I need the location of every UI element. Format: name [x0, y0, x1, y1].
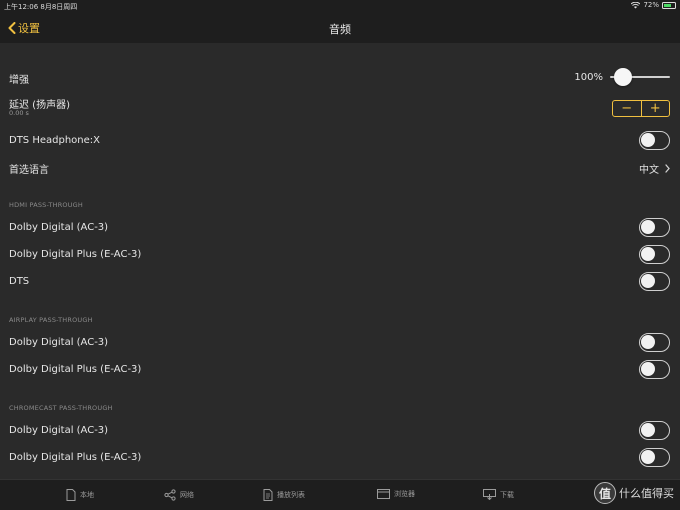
tab-label: 网络	[180, 491, 194, 499]
toggle-knob	[641, 423, 655, 437]
tab-label: 浏览器	[394, 490, 415, 498]
slider-thumb[interactable]	[614, 68, 632, 86]
language-value-link[interactable]: 中文	[639, 161, 670, 176]
chromecast-section-header: CHROMECAST PASS-THROUGH	[9, 404, 113, 412]
chromecast-eac3-row: Dolby Digital Plus (E-AC-3)	[9, 448, 670, 467]
chevron-right-icon	[665, 164, 670, 173]
chromecast-ac3-label: Dolby Digital (AC-3)	[9, 425, 109, 436]
watermark-logo: 值 什么值得买	[594, 482, 674, 504]
stepper-plus-button[interactable]: +	[642, 101, 670, 116]
language-value: 中文	[639, 165, 659, 176]
tab-network[interactable]: 网络	[164, 489, 194, 501]
airplay-ac3-toggle[interactable]	[639, 333, 670, 352]
toggle-knob	[641, 220, 655, 234]
toggle-knob	[641, 362, 655, 376]
tab-bar: 本地 网络 播放列表 浏览器 下载 值 什么值得买	[0, 479, 680, 510]
battery-icon	[662, 1, 676, 9]
wifi-icon	[631, 1, 641, 8]
document-icon	[66, 489, 76, 501]
toggle-knob	[641, 247, 655, 261]
boost-row: 增强 100%	[9, 68, 670, 86]
airplay-ac3-row: Dolby Digital (AC-3)	[9, 333, 670, 352]
airplay-eac3-row: Dolby Digital Plus (E-AC-3)	[9, 360, 670, 379]
boost-value: 100%	[574, 72, 603, 83]
dts-headphone-label: DTS Headphone:X	[9, 135, 100, 146]
tab-download[interactable]: 下载	[483, 489, 514, 500]
tab-label: 本地	[80, 491, 94, 499]
hdmi-dts-toggle[interactable]	[639, 272, 670, 291]
status-right: 72%	[631, 1, 676, 9]
tab-browser[interactable]: 浏览器	[377, 489, 415, 499]
delay-row: 延迟 (扬声器) 0.00 s − +	[9, 96, 670, 120]
hdmi-eac3-toggle[interactable]	[639, 245, 670, 264]
boost-slider[interactable]	[610, 68, 670, 86]
chromecast-eac3-toggle[interactable]	[639, 448, 670, 467]
delay-value: 0.00 s	[9, 109, 29, 117]
hdmi-section-header: HDMI PASS-THROUGH	[9, 201, 84, 209]
tab-label: 下载	[500, 490, 514, 499]
watermark-text: 什么值得买	[619, 487, 674, 500]
hdmi-eac3-label: Dolby Digital Plus (E-AC-3)	[9, 249, 142, 260]
nav-bar: 设置 音频	[0, 12, 680, 43]
watermark-circle: 值	[594, 482, 616, 504]
tab-local[interactable]: 本地	[66, 489, 94, 501]
hdmi-ac3-label: Dolby Digital (AC-3)	[9, 222, 109, 233]
chromecast-ac3-toggle[interactable]	[639, 421, 670, 440]
language-row[interactable]: 首选语言 中文	[9, 161, 670, 176]
toggle-knob	[641, 274, 655, 288]
airplay-ac3-label: Dolby Digital (AC-3)	[9, 337, 109, 348]
toggle-knob	[641, 335, 655, 349]
delay-stepper[interactable]: − +	[612, 100, 670, 117]
airplay-eac3-toggle[interactable]	[639, 360, 670, 379]
download-icon	[483, 489, 496, 500]
hdmi-ac3-row: Dolby Digital (AC-3)	[9, 218, 670, 237]
status-time-date: 上午12:06 8月8日周四	[4, 3, 78, 11]
toggle-knob	[641, 133, 655, 147]
hdmi-dts-label: DTS	[9, 276, 30, 287]
hdmi-eac3-row: Dolby Digital Plus (E-AC-3)	[9, 245, 670, 264]
tab-playlist[interactable]: 播放列表	[263, 489, 305, 501]
settings-list: 增强 100% 延迟 (扬声器) 0.00 s − + DTS Headphon…	[0, 43, 680, 479]
dts-headphone-row: DTS Headphone:X	[9, 131, 670, 150]
boost-label: 增强	[9, 75, 29, 86]
dts-headphone-toggle[interactable]	[639, 131, 670, 150]
chromecast-ac3-row: Dolby Digital (AC-3)	[9, 421, 670, 440]
page-title: 音频	[329, 23, 351, 36]
stepper-minus-button[interactable]: −	[613, 101, 641, 116]
hdmi-dts-row: DTS	[9, 272, 670, 291]
chromecast-eac3-label: Dolby Digital Plus (E-AC-3)	[9, 452, 142, 463]
playlist-icon	[263, 489, 273, 501]
hdmi-ac3-toggle[interactable]	[639, 218, 670, 237]
battery-percent: 72%	[643, 1, 659, 9]
airplay-section-header: AIRPLAY PASS-THROUGH	[9, 316, 93, 324]
share-network-icon	[164, 489, 176, 501]
status-bar: 上午12:06 8月8日周四 72%	[0, 0, 680, 12]
language-label: 首选语言	[9, 165, 49, 176]
browser-icon	[377, 489, 390, 499]
toggle-knob	[641, 450, 655, 464]
airplay-eac3-label: Dolby Digital Plus (E-AC-3)	[9, 364, 142, 375]
tab-label: 播放列表	[277, 491, 305, 499]
